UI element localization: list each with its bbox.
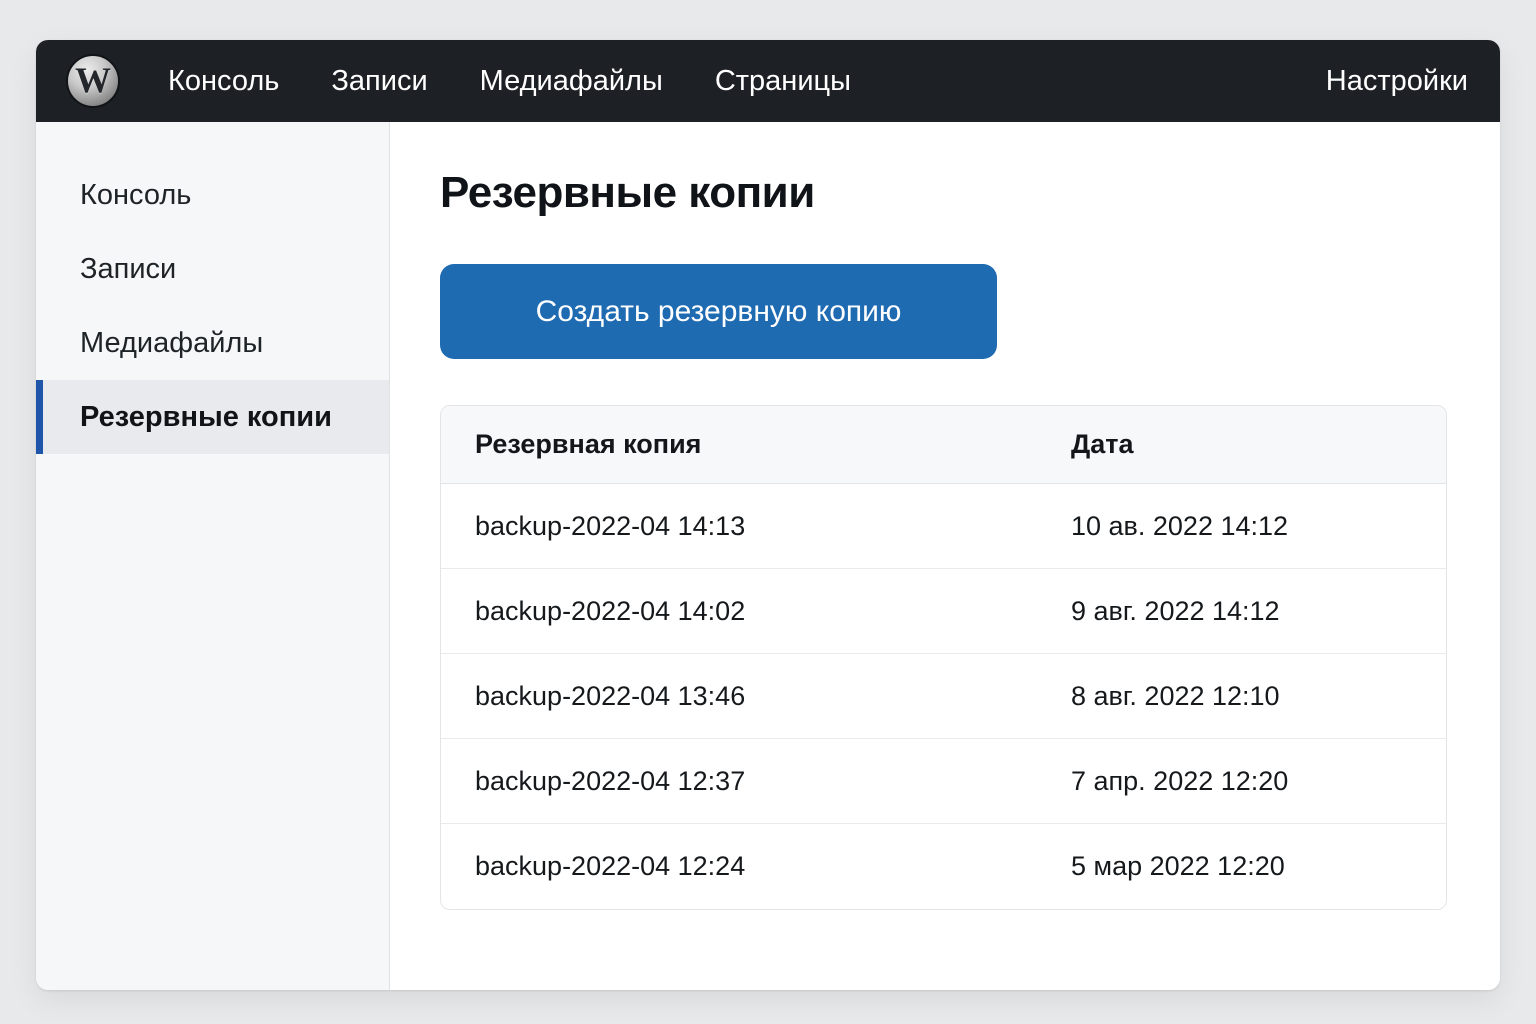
main-content: Резервные копии Создать резервную копию … (390, 122, 1500, 990)
table-header-row: Резервная копия Дата (441, 406, 1446, 484)
app-window: W Консоль Записи Медиафайлы Страницы Нас… (36, 40, 1500, 990)
backup-date-cell: 9 авг. 2022 14:12 (1037, 596, 1446, 627)
table-row[interactable]: backup-2022-04 14:02 9 авг. 2022 14:12 (441, 569, 1446, 654)
wordpress-logo-icon: W (66, 54, 120, 108)
table-row[interactable]: backup-2022-04 12:37 7 апр. 2022 12:20 (441, 739, 1446, 824)
column-header-backup: Резервная копия (441, 429, 1037, 460)
desktop-background: W Консоль Записи Медиафайлы Страницы Нас… (0, 0, 1536, 1024)
sidebar-item-media[interactable]: Медиафайлы (36, 306, 389, 380)
backup-date-cell: 7 апр. 2022 12:20 (1037, 766, 1446, 797)
column-header-date: Дата (1037, 429, 1446, 460)
backup-name-cell: backup-2022-04 14:13 (441, 511, 1037, 542)
topnav-item-settings[interactable]: Настройки (1326, 65, 1468, 98)
backup-name-cell: backup-2022-04 12:37 (441, 766, 1037, 797)
sidebar-item-backups[interactable]: Резервные копии (36, 380, 389, 454)
sidebar-item-posts[interactable]: Записи (36, 232, 389, 306)
backups-table: Резервная копия Дата backup-2022-04 14:1… (440, 405, 1447, 910)
page-title: Резервные копии (440, 168, 1448, 218)
app-body: Консоль Записи Медиафайлы Резервные копи… (36, 122, 1500, 990)
topnav-item-console[interactable]: Консоль (168, 65, 279, 98)
admin-topbar: W Консоль Записи Медиафайлы Страницы Нас… (36, 40, 1500, 122)
top-navigation: Консоль Записи Медиафайлы Страницы (168, 65, 851, 98)
backup-name-cell: backup-2022-04 12:24 (441, 851, 1037, 882)
topnav-item-posts[interactable]: Записи (331, 65, 427, 98)
topnav-item-pages[interactable]: Страницы (715, 65, 851, 98)
sidebar-item-console[interactable]: Консоль (36, 158, 389, 232)
backup-date-cell: 8 авг. 2022 12:10 (1037, 681, 1446, 712)
backup-name-cell: backup-2022-04 13:46 (441, 681, 1037, 712)
table-row[interactable]: backup-2022-04 13:46 8 авг. 2022 12:10 (441, 654, 1446, 739)
table-row[interactable]: backup-2022-04 14:13 10 ав. 2022 14:12 (441, 484, 1446, 569)
backup-name-cell: backup-2022-04 14:02 (441, 596, 1037, 627)
table-row[interactable]: backup-2022-04 12:24 5 мар 2022 12:20 (441, 824, 1446, 909)
backup-date-cell: 10 ав. 2022 14:12 (1037, 511, 1446, 542)
create-backup-button[interactable]: Создать резервную копию (440, 264, 997, 359)
topnav-item-media[interactable]: Медиафайлы (480, 65, 663, 98)
backup-date-cell: 5 мар 2022 12:20 (1037, 851, 1446, 882)
sidebar: Консоль Записи Медиафайлы Резервные копи… (36, 122, 390, 990)
